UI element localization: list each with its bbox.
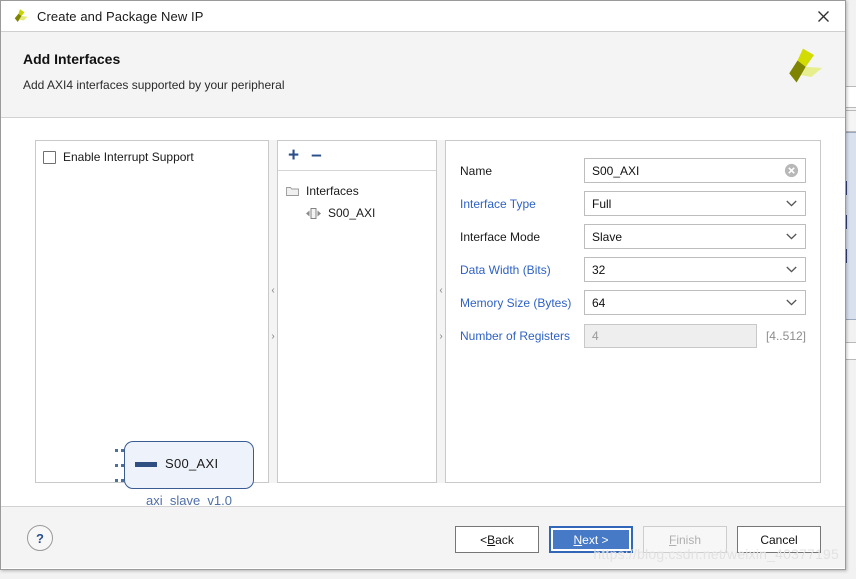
chevron-down-icon <box>786 299 797 306</box>
data-width-label[interactable]: Data Width (Bits) <box>460 263 584 277</box>
back-button[interactable]: < Back <box>455 526 539 553</box>
remove-interface-button[interactable]: – <box>311 146 322 165</box>
interrupt-and-diagram-panel: Enable Interrupt Support S00_AXI axi_sla… <box>35 140 269 508</box>
folder-icon <box>286 186 299 196</box>
tree-node-interfaces[interactable]: Interfaces <box>278 180 436 202</box>
finish-button-accel: F <box>668 532 677 547</box>
chevron-down-icon <box>786 266 797 273</box>
interface-icon <box>306 207 321 219</box>
xilinx-pinwheel-logo-icon <box>789 48 823 83</box>
panel-splitter-left[interactable]: ‹ › <box>269 140 277 483</box>
panel-splitter-right[interactable]: ‹ › <box>437 140 445 483</box>
dialog-content: Enable Interrupt Support S00_AXI axi_sla… <box>1 118 845 508</box>
collapse-right-icon[interactable]: › <box>437 332 445 342</box>
close-icon[interactable] <box>801 1 845 31</box>
dialog-title: Create and Package New IP <box>37 8 204 24</box>
collapse-left-icon[interactable]: ‹ <box>437 286 445 296</box>
back-button-suffix: ack <box>495 532 514 547</box>
page-subtitle: Add AXI4 interfaces supported by your pe… <box>23 78 285 92</box>
number-of-registers-label[interactable]: Number of Registers <box>460 329 584 343</box>
dialog-title-bar: Create and Package New IP <box>1 1 845 32</box>
axi-slave-block[interactable]: S00_AXI <box>124 441 254 489</box>
collapse-right-icon[interactable]: › <box>269 332 277 342</box>
watermark-text: https://blog.csdn.net/weixin_40377195 <box>593 546 839 562</box>
field-row-interface-mode: Interface Mode Slave <box>460 220 806 253</box>
data-width-select[interactable]: 32 <box>584 257 806 282</box>
data-width-value: 32 <box>592 262 606 277</box>
dialog-footer: ? < Back Next > Finish Cancel https://bl… <box>1 506 845 568</box>
block-port-icon <box>135 462 157 467</box>
tree-node-label: Interfaces <box>306 184 359 198</box>
name-label: Name <box>460 163 493 178</box>
add-interface-button[interactable]: + <box>288 146 299 165</box>
block-diagram-canvas[interactable]: S00_AXI axi_slave_v1.0 <box>36 141 268 508</box>
interface-mode-value: Slave <box>592 229 623 244</box>
memory-size-value: 64 <box>592 295 606 310</box>
tree-node-label: S00_AXI <box>328 206 376 220</box>
interfaces-tree-panel: + – Interfaces S00_AXI <box>277 140 437 483</box>
back-button-accel: B <box>487 532 496 547</box>
interface-mode-select[interactable]: Slave <box>584 224 806 249</box>
block-interface-name: S00_AXI <box>165 456 219 471</box>
field-row-number-of-registers: Number of Registers 4 [4..512] <box>460 319 806 352</box>
memory-size-label[interactable]: Memory Size (Bytes) <box>460 296 584 310</box>
chevron-down-icon <box>786 200 797 207</box>
help-button[interactable]: ? <box>27 525 53 551</box>
interface-type-value: Full <box>592 196 612 211</box>
interface-properties-panel: Name Interface Type <box>445 140 821 483</box>
field-row-name: Name <box>460 154 806 187</box>
page-title: Add Interfaces <box>23 51 121 67</box>
next-button-accel: N <box>573 532 583 547</box>
interfaces-toolbar: + – <box>278 141 436 171</box>
chevron-down-icon <box>786 233 797 240</box>
dialog-header: Add Interfaces Add AXI4 interfaces suppo… <box>1 32 845 118</box>
number-of-registers-input: 4 <box>584 323 757 348</box>
create-and-package-new-ip-dialog: Create and Package New IP Add Interfaces… <box>0 0 846 570</box>
interface-properties-form: Name Interface Type <box>446 141 820 482</box>
field-row-memory-size: Memory Size (Bytes) 64 <box>460 286 806 319</box>
field-row-data-width: Data Width (Bits) 32 <box>460 253 806 286</box>
clear-input-icon[interactable] <box>784 163 799 178</box>
back-button-prefix: < <box>480 532 488 547</box>
name-input[interactable] <box>584 158 806 183</box>
next-button-suffix: ext > <box>582 532 609 547</box>
interfaces-tree: Interfaces S00_AXI <box>278 171 436 482</box>
interface-mode-label: Interface Mode <box>460 229 541 244</box>
finish-button-suffix: inish <box>676 532 702 547</box>
tree-node-s00-axi[interactable]: S00_AXI <box>278 202 436 224</box>
interface-type-select[interactable]: Full <box>584 191 806 216</box>
xilinx-logo-icon <box>14 9 28 22</box>
interface-type-label[interactable]: Interface Type <box>460 197 584 211</box>
field-row-interface-type: Interface Type Full <box>460 187 806 220</box>
collapse-left-icon[interactable]: ‹ <box>269 286 277 296</box>
memory-size-select[interactable]: 64 <box>584 290 806 315</box>
number-of-registers-range-hint: [4..512] <box>765 328 806 343</box>
